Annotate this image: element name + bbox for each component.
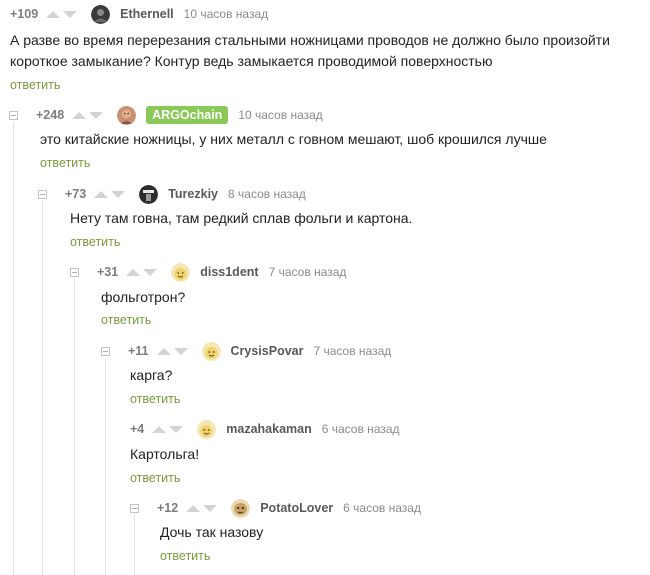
comment-rating: +12	[157, 501, 179, 515]
reply-link[interactable]: ответить	[130, 392, 180, 406]
comment-rating: +4	[130, 422, 145, 436]
downvote-icon[interactable]	[203, 504, 218, 512]
avatar[interactable]	[231, 499, 250, 518]
upvote-icon[interactable]	[186, 504, 201, 512]
comment-rating: +248	[36, 108, 65, 122]
reply-link[interactable]: ответить	[70, 235, 120, 249]
comment-time: 8 часов назад	[228, 187, 306, 201]
comment-text: Дочь так назову	[160, 524, 264, 540]
comment-time: 7 часов назад	[313, 344, 392, 358]
comment-text: Нету там говна, там редкий сплав фольги …	[70, 210, 413, 226]
reply-link[interactable]: ответить	[101, 313, 151, 327]
comment-time: 10 часов назад	[238, 108, 323, 122]
comment-author[interactable]: Turezkiy	[168, 187, 218, 201]
reply-link[interactable]: ответить	[160, 549, 210, 563]
comment-header: +12 PotatoLover 6 часов назад	[130, 498, 421, 518]
comment-author[interactable]: ARGOchain	[146, 106, 229, 124]
comment-header: +248 ARGOchain 10 часов назад	[9, 105, 323, 125]
comment-rating: +73	[65, 187, 87, 201]
thread-line	[134, 515, 135, 575]
avatar[interactable]	[117, 106, 136, 125]
collapse-toggle-icon[interactable]	[101, 346, 110, 356]
comment-time: 7 часов назад	[268, 265, 347, 279]
comment-author[interactable]: PotatoLover	[260, 501, 333, 515]
comment-time: 6 часов назад	[343, 501, 421, 515]
avatar[interactable]	[139, 185, 158, 204]
thread-line	[105, 358, 106, 575]
reply-link[interactable]: ответить	[10, 78, 60, 92]
upvote-icon[interactable]	[94, 190, 109, 198]
comment-header: +4 mazahakaman 6 часов назад	[130, 419, 400, 439]
downvote-icon[interactable]	[111, 190, 126, 198]
downvote-icon[interactable]	[63, 10, 78, 18]
comment-author[interactable]: mazahakaman	[226, 422, 311, 436]
comment-author[interactable]: CrysisPovar	[231, 344, 304, 358]
upvote-icon[interactable]	[156, 347, 171, 355]
comment-text: Картольга!	[130, 446, 200, 462]
collapse-toggle-icon[interactable]	[38, 189, 47, 199]
comment-header: +11 CrysisPovar 7 часов назад	[101, 341, 391, 361]
comment-time: 6 часов назад	[321, 422, 400, 436]
reply-link[interactable]: ответить	[40, 156, 90, 170]
thread-line	[13, 122, 14, 575]
comment-time: 10 часов назад	[183, 7, 269, 21]
comment-header: +73 Turezkiy 8 часов назад	[38, 184, 306, 204]
avatar[interactable]	[202, 342, 221, 361]
avatar[interactable]	[197, 420, 216, 439]
comment-author[interactable]: diss1dent	[200, 265, 258, 279]
comment-header: +31 diss1dent 7 часов назад	[70, 262, 346, 282]
comment-text: карга?	[130, 367, 173, 383]
downvote-icon[interactable]	[169, 425, 184, 433]
comment-text: это китайские ножницы, у них металл с го…	[40, 131, 547, 147]
thread-line	[74, 279, 75, 575]
collapse-toggle-icon[interactable]	[9, 110, 18, 120]
avatar[interactable]	[171, 263, 190, 282]
comment-text: фольготрон?	[101, 289, 186, 305]
comment-text: А разве во время перерезания стальными н…	[10, 32, 610, 69]
reply-link[interactable]: ответить	[130, 471, 180, 485]
comment-rating: +11	[128, 344, 149, 358]
downvote-icon[interactable]	[89, 111, 104, 119]
comment-rating: +109	[10, 7, 39, 21]
downvote-icon[interactable]	[173, 347, 188, 355]
collapse-toggle-icon[interactable]	[70, 267, 79, 277]
comment-rating: +31	[97, 265, 119, 279]
comment-header: +109 Ethernell 10 часов назад	[10, 4, 268, 24]
upvote-icon[interactable]	[126, 268, 141, 276]
upvote-icon[interactable]	[152, 425, 167, 433]
downvote-icon[interactable]	[143, 268, 158, 276]
thread-line	[42, 200, 43, 575]
avatar[interactable]	[91, 5, 110, 24]
upvote-icon[interactable]	[46, 10, 61, 18]
comment-author[interactable]: Ethernell	[120, 7, 174, 21]
collapse-toggle-icon[interactable]	[130, 503, 139, 513]
upvote-icon[interactable]	[72, 111, 87, 119]
